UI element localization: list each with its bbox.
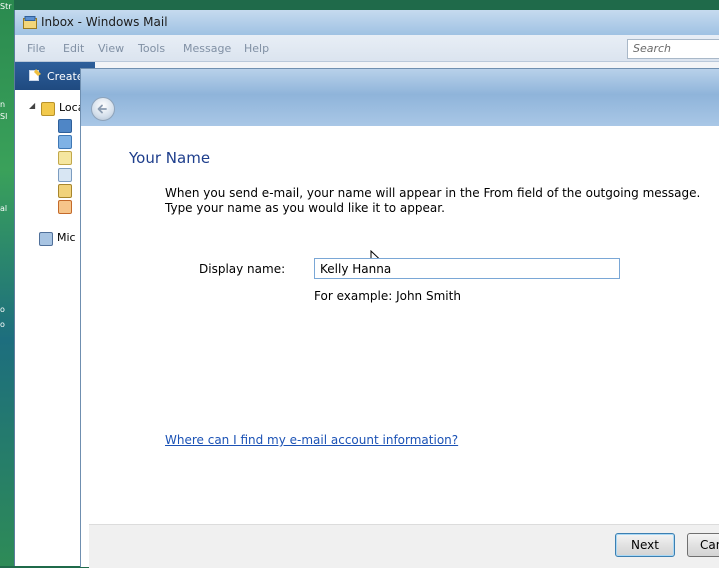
page-title: Your Name [129, 149, 211, 167]
create-mail-label: Create [47, 70, 84, 83]
desktop-background: Str n Sl al o o [0, 0, 14, 566]
sent-icon [58, 151, 72, 165]
drafts-icon [58, 184, 72, 198]
menu-edit[interactable]: Edit [63, 42, 84, 55]
search-placeholder: Search [633, 42, 672, 55]
menu-bar: File Edit View Tools Message Help Search [15, 35, 719, 62]
cancel-button[interactable]: Can [687, 533, 719, 557]
expand-arrow-icon[interactable]: ◢ [29, 101, 35, 110]
inbox-icon [58, 119, 72, 133]
desktop-text-fragment: o [0, 320, 5, 329]
desktop-text-fragment: n [0, 100, 6, 109]
menu-view[interactable]: View [98, 42, 124, 55]
desktop-text-fragment: Str [0, 2, 12, 11]
wizard-title-glass[interactable] [81, 69, 719, 126]
intro-line-1: When you send e-mail, your name will app… [165, 186, 701, 200]
desktop-text-fragment: al [0, 204, 8, 213]
menu-file[interactable]: File [27, 42, 45, 55]
mail-app-icon [23, 16, 37, 29]
window-title: Inbox - Windows Mail [41, 15, 168, 29]
account-setup-wizard: Your Name When you send e-mail, your nam… [80, 68, 719, 568]
next-button[interactable]: Next [615, 533, 675, 557]
newsgroup-icon [39, 232, 53, 246]
search-input[interactable]: Search [627, 39, 719, 59]
mail-titlebar[interactable]: Inbox - Windows Mail [15, 10, 719, 35]
back-arrow-icon [97, 104, 107, 114]
desktop-text-fragment: o [0, 305, 5, 314]
deleted-icon [58, 168, 72, 182]
folder-label: Mic [57, 231, 76, 244]
intro-text: When you send e-mail, your name will app… [165, 186, 705, 216]
folder-icon [41, 102, 55, 116]
display-name-example: For example: John Smith [314, 289, 461, 303]
wizard-footer: Next Can [89, 524, 719, 568]
menu-help[interactable]: Help [244, 42, 269, 55]
menu-tools[interactable]: Tools [138, 42, 165, 55]
account-info-help-link[interactable]: Where can I find my e-mail account infor… [165, 433, 458, 447]
display-name-label: Display name: [199, 262, 286, 276]
back-button[interactable] [91, 97, 115, 121]
junk-icon [58, 200, 72, 214]
menu-message[interactable]: Message [183, 42, 231, 55]
desktop-text-fragment: Sl [0, 112, 8, 121]
wizard-content: Your Name When you send e-mail, your nam… [89, 126, 719, 524]
outbox-icon [58, 135, 72, 149]
intro-line-2: Type your name as you would like it to a… [165, 201, 445, 215]
create-mail-icon [29, 69, 41, 81]
display-name-input[interactable] [314, 258, 620, 279]
